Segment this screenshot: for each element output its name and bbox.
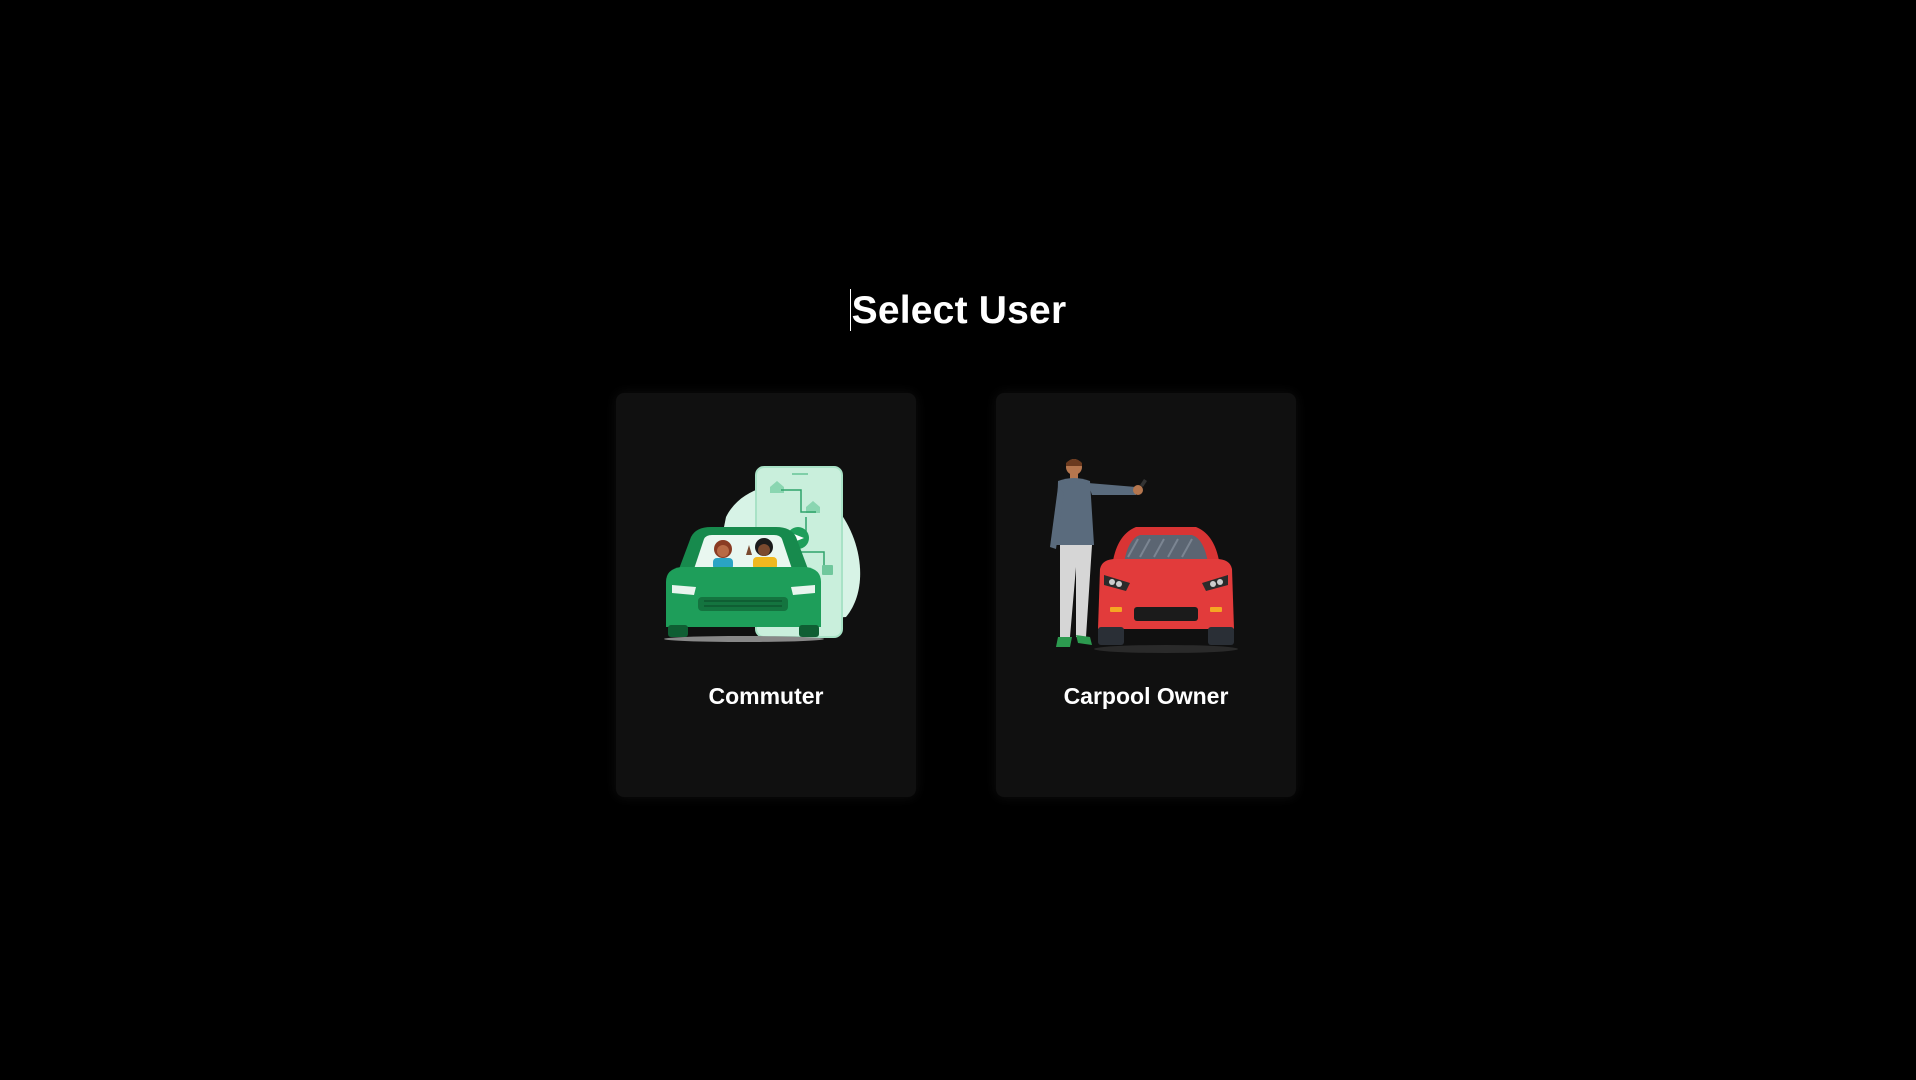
select-user-page: Select User Commuter Carpool Owner bbox=[0, 0, 1916, 1080]
text-caret bbox=[849, 289, 851, 331]
page-title: Select User bbox=[851, 289, 1067, 332]
commuter-card[interactable]: Commuter bbox=[616, 393, 916, 797]
carpool-owner-card[interactable]: Carpool Owner bbox=[996, 393, 1296, 797]
carpool-owner-label: Carpool Owner bbox=[1063, 683, 1229, 709]
commuter-car-illustration bbox=[664, 466, 861, 642]
owner-with-red-car-illustration bbox=[1050, 459, 1238, 653]
commuter-label: Commuter bbox=[708, 683, 824, 709]
page-title-wrapper: Select User bbox=[0, 286, 1916, 336]
